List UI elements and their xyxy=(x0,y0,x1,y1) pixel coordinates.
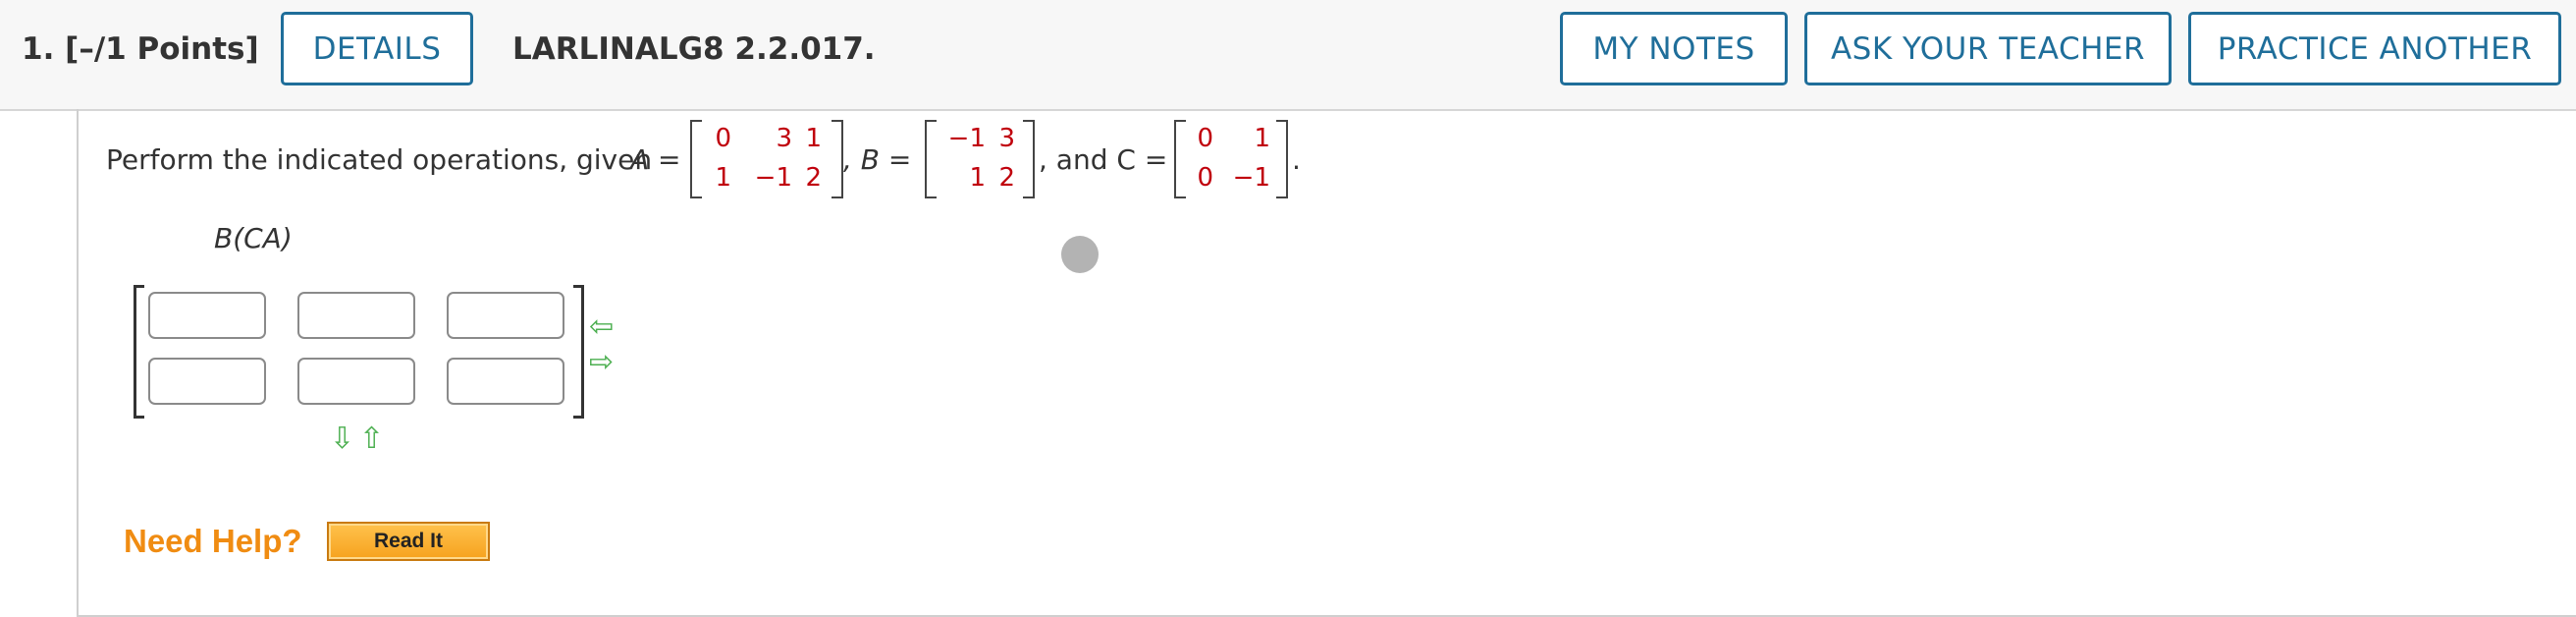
details-button[interactable]: DETAILS xyxy=(281,12,473,85)
statement-period: . xyxy=(1292,143,1301,176)
matrix-a: 0 3 1 1 −1 2 xyxy=(690,120,843,198)
matrix-b-cell: 3 xyxy=(998,124,1015,153)
up-arrow-icon[interactable]: ⇧ xyxy=(359,424,384,454)
answer-right-bracket xyxy=(573,285,584,419)
matrix-c-cell: 0 xyxy=(1197,124,1213,153)
right-arrow-icon[interactable]: ⇨ xyxy=(589,348,614,377)
read-it-button[interactable]: Read It xyxy=(327,522,490,561)
my-notes-button[interactable]: MY NOTES xyxy=(1560,12,1788,85)
matrix-b-cell: 2 xyxy=(998,163,1015,193)
matrix-c-cell: 0 xyxy=(1197,163,1213,193)
matrix-c-label: , and C = xyxy=(1039,143,1168,176)
answer-cell-r2c1[interactable] xyxy=(148,358,266,405)
matrix-a-cell: 0 xyxy=(715,124,731,153)
answer-cell-r1c2[interactable] xyxy=(297,292,415,339)
question-number: 1. xyxy=(22,31,55,67)
cursor-indicator xyxy=(1061,236,1099,273)
points-label: [–/1 Points] xyxy=(65,31,259,67)
matrix-c-cell: 1 xyxy=(1254,124,1270,153)
problem-prompt: Perform the indicated operations, given xyxy=(106,143,653,176)
answer-left-bracket xyxy=(134,285,144,419)
ask-your-teacher-button[interactable]: ASK YOUR TEACHER xyxy=(1804,12,2172,85)
question-id: LARLINALG8 2.2.017. xyxy=(512,31,876,67)
down-arrow-icon[interactable]: ⇩ xyxy=(330,424,354,454)
left-arrow-icon[interactable]: ⇦ xyxy=(589,312,614,342)
question-number-and-points: 1. [–/1 Points] xyxy=(22,31,259,67)
answer-cell-r2c2[interactable] xyxy=(297,358,415,405)
matrix-a-label: A = xyxy=(630,143,681,176)
answer-cell-r1c1[interactable] xyxy=(148,292,266,339)
matrix-a-cell: 1 xyxy=(715,163,731,193)
matrix-c-cell: −1 xyxy=(1232,163,1270,193)
need-help-label: Need Help? xyxy=(124,523,302,559)
matrix-a-cell: 1 xyxy=(805,124,822,153)
answer-cell-r1c3[interactable] xyxy=(447,292,564,339)
question-header: 1. [–/1 Points] DETAILS LARLINALG8 2.2.0… xyxy=(0,0,2576,111)
matrix-b: −1 3 1 2 xyxy=(925,120,1035,198)
matrix-b-cell: 1 xyxy=(969,163,986,193)
matrix-a-cell: 3 xyxy=(776,124,792,153)
matrix-c: 0 1 0 −1 xyxy=(1174,120,1288,198)
expression-label: B(CA) xyxy=(214,222,293,254)
answer-cell-r2c3[interactable] xyxy=(447,358,564,405)
matrix-b-label: , B = xyxy=(843,143,912,176)
matrix-b-cell: −1 xyxy=(947,124,986,153)
matrix-a-cell: 2 xyxy=(805,163,822,193)
practice-another-button[interactable]: PRACTICE ANOTHER xyxy=(2188,12,2561,85)
matrix-a-cell: −1 xyxy=(754,163,792,193)
